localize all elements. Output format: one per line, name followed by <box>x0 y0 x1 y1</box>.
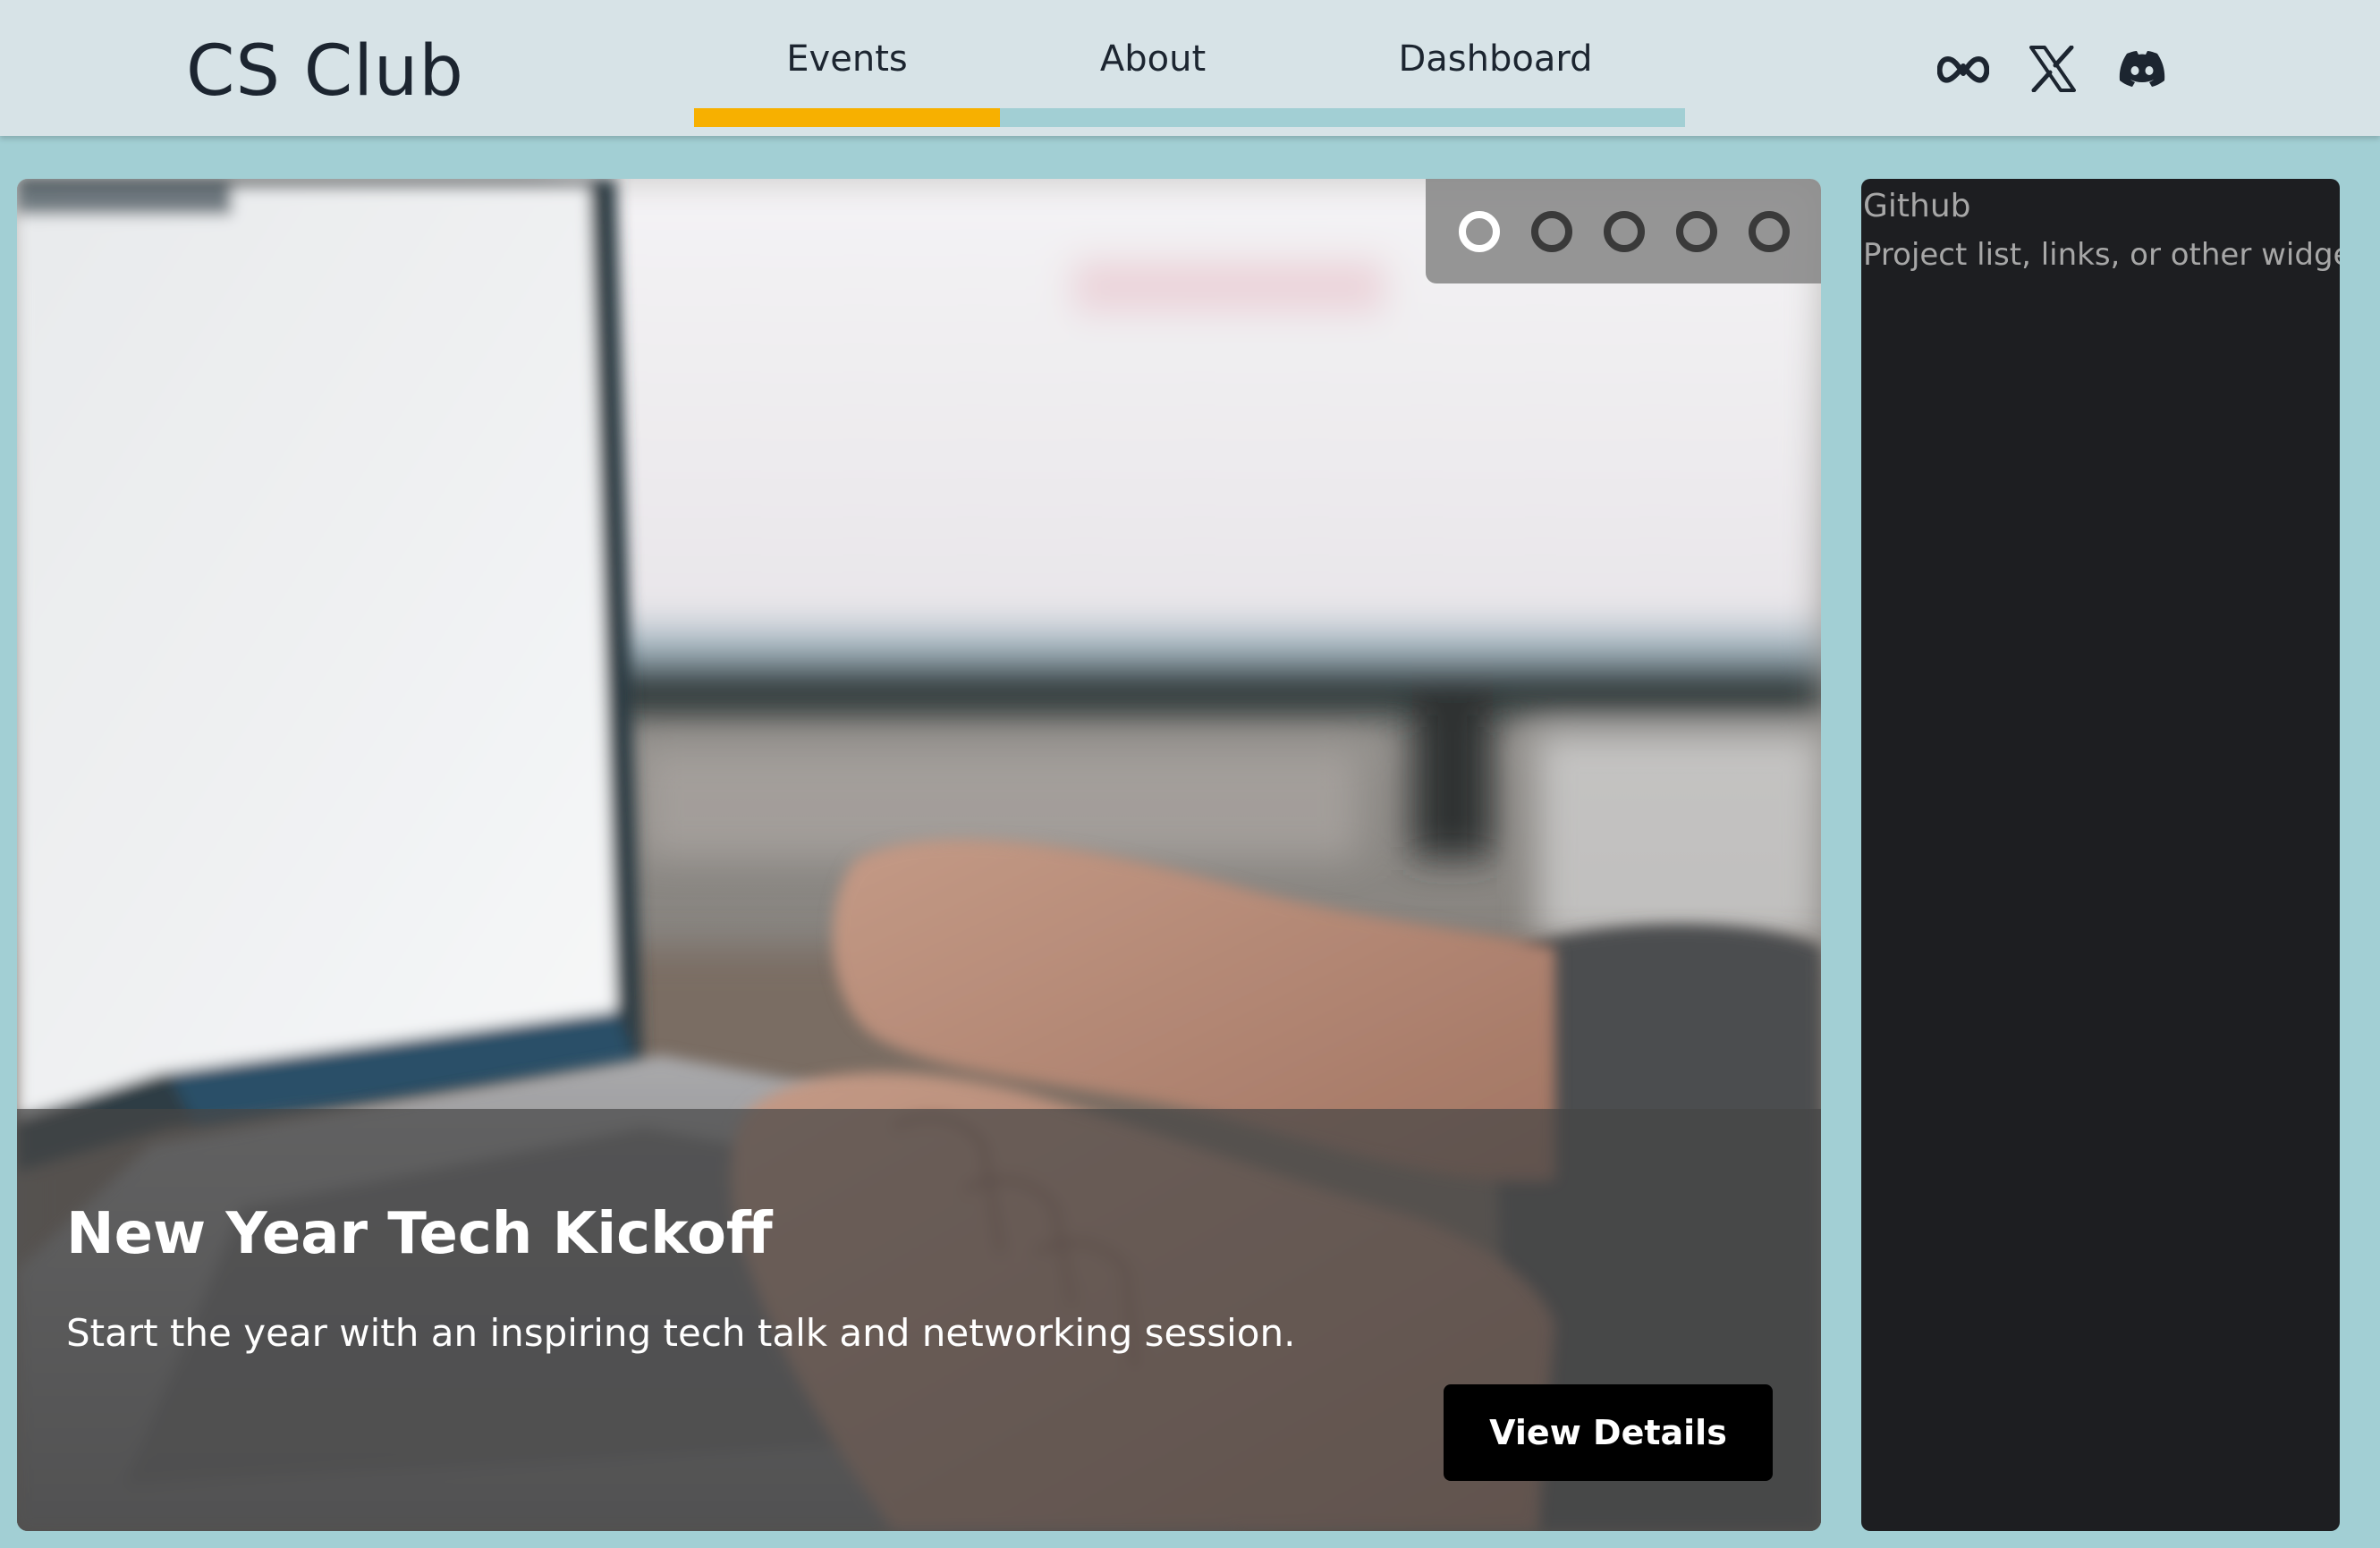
event-description: Start the year with an inspiring tech ta… <box>66 1311 1296 1355</box>
site-logo[interactable]: CS Club <box>186 27 464 116</box>
carousel-dot-3[interactable] <box>1604 211 1645 252</box>
event-caption: New Year Tech Kickoff Start the year wit… <box>17 1109 1821 1531</box>
github-panel: Github Project list, links, or other wid… <box>1861 179 2340 1531</box>
x-icon[interactable] <box>2021 38 2084 100</box>
event-title: New Year Tech Kickoff <box>66 1201 773 1267</box>
github-panel-text: Project list, links, or other widgets <box>1863 237 2340 273</box>
carousel-dots <box>1426 179 1821 283</box>
event-carousel: New Year Tech Kickoff Start the year wit… <box>17 179 1821 1531</box>
github-panel-title: Github <box>1863 188 1971 224</box>
carousel-dot-4[interactable] <box>1676 211 1717 252</box>
nav-tab-events[interactable]: Events <box>694 32 1000 86</box>
main-nav: Events About Dashboard <box>694 0 1685 136</box>
carousel-dot-1[interactable] <box>1459 211 1500 252</box>
carousel-dot-5[interactable] <box>1749 211 1790 252</box>
top-navbar: CS Club Events About Dashboard <box>0 0 2380 136</box>
nav-active-indicator <box>694 108 1000 127</box>
carousel-dot-2[interactable] <box>1531 211 1572 252</box>
discord-icon[interactable] <box>2111 38 2173 100</box>
nav-tab-dashboard[interactable]: Dashboard <box>1306 32 1685 86</box>
nav-tab-about[interactable]: About <box>1000 32 1306 86</box>
meta-icon[interactable] <box>1932 38 1995 100</box>
view-details-button[interactable]: View Details <box>1444 1384 1773 1481</box>
